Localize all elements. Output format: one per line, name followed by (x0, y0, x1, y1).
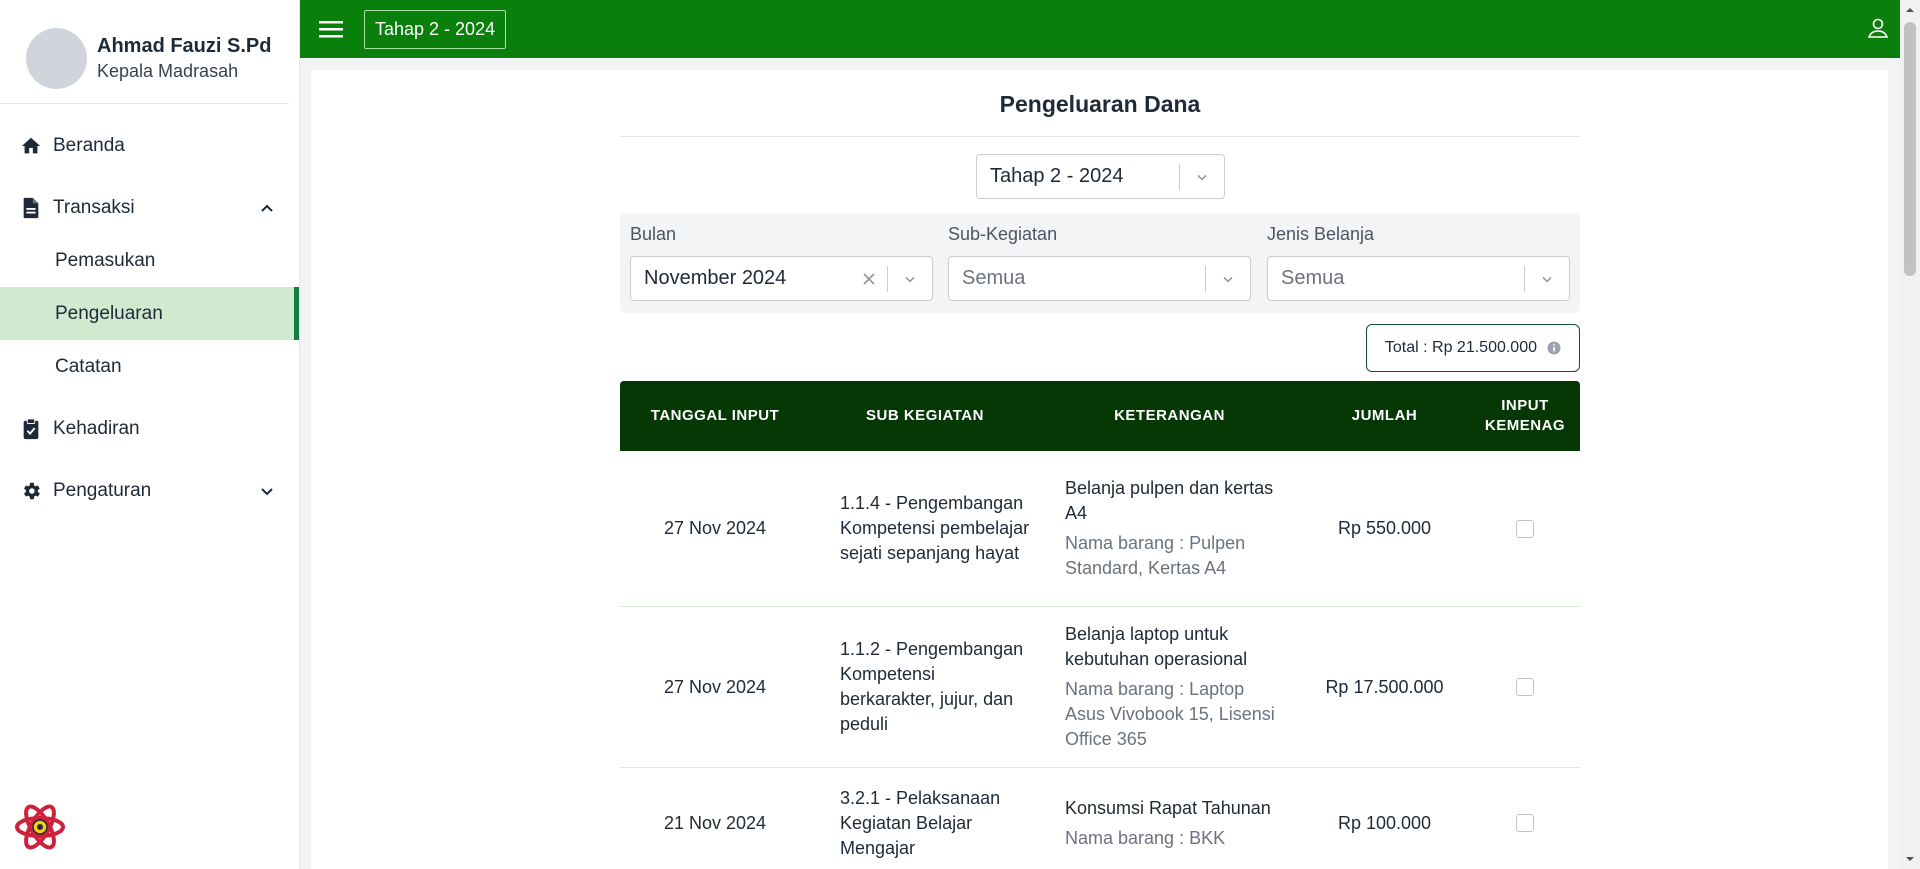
page-title: Pengeluaran Dana (620, 70, 1580, 137)
cell-jumlah: Rp 100.000 (1337, 812, 1432, 833)
column-header-jumlah[interactable]: JUMLAH (1299, 406, 1470, 426)
sidebar-item-catatan[interactable]: Catatan (0, 340, 299, 393)
column-header-input-kemenag[interactable]: INPUT KEMENAG (1470, 396, 1580, 436)
filter-panel: Bulan November 2024 Sub-Kegiatan Semua J… (620, 213, 1580, 313)
filter-sub-kegiatan: Sub-Kegiatan Semua (948, 213, 1251, 301)
user-profile: Ahmad Fauzi S.Pd Kepala Madrasah (0, 0, 289, 104)
bulan-select[interactable]: November 2024 (630, 256, 933, 301)
scroll-down-arrow-icon[interactable] (1905, 854, 1915, 864)
user-name: Ahmad Fauzi S.Pd (97, 35, 272, 57)
hamburger-menu-icon[interactable] (318, 16, 344, 42)
sidebar: Ahmad Fauzi S.Pd Kepala Madrasah Beranda… (0, 0, 300, 869)
scroll-up-arrow-icon[interactable] (1905, 5, 1915, 15)
sidebar-item-label: Pengaturan (53, 480, 152, 501)
cell-input-kemenag (1470, 678, 1580, 696)
cell-input-kemenag (1470, 814, 1580, 832)
chevron-down-icon (261, 488, 273, 496)
cell-sub-kegiatan: 1.1.4 - Pengembangan Kompetensi pembelaj… (840, 493, 1030, 563)
chevron-down-icon[interactable] (1206, 271, 1250, 287)
chevron-down-icon[interactable] (1525, 271, 1569, 287)
sidebar-item-transaksi[interactable]: Transaksi (0, 182, 299, 234)
period-badge[interactable]: Tahap 2 - 2024 (364, 9, 507, 49)
sidebar-item-label: Pemasukan (55, 249, 156, 271)
topbar: Tahap 2 - 2024 (300, 0, 1900, 58)
page-scrollbar[interactable] (1900, 0, 1920, 869)
sidebar-item-label: Pengeluaran (55, 302, 163, 324)
cell-input-kemenag (1470, 519, 1580, 538)
user-icon[interactable] (1866, 16, 1890, 40)
document-icon (20, 197, 42, 219)
cell-jumlah: Rp 17.500.000 (1325, 676, 1444, 697)
filter-bulan: Bulan November 2024 (630, 213, 933, 301)
scrollbar-thumb[interactable] (1904, 22, 1916, 276)
bulan-select-value: November 2024 (644, 267, 787, 289)
column-header-line: INPUT (1501, 397, 1549, 414)
sidebar-item-pengaturan[interactable]: Pengaturan (0, 465, 299, 517)
chevron-down-icon[interactable] (888, 271, 932, 287)
filter-label: Bulan (630, 224, 677, 244)
jenis-belanja-select[interactable]: Semua (1267, 256, 1570, 301)
sub-kegiatan-select[interactable]: Semua (948, 256, 1251, 301)
cell-keterangan: Belanja pulpen dan kertas A4 Nama barang… (1040, 476, 1299, 581)
column-header-sub-kegiatan[interactable]: SUB KEGIATAN (810, 406, 1040, 426)
input-kemenag-checkbox[interactable] (1516, 519, 1534, 538)
nama-barang-text: Nama barang : Laptop Asus Vivobook 15, L… (1065, 679, 1275, 749)
table-row[interactable]: 27 Nov 2024 1.1.4 - Pengembangan Kompete… (620, 451, 1580, 607)
sidebar-item-label: Kehadiran (53, 418, 140, 439)
cell-keterangan: Konsumsi Rapat Tahunan Nama barang : BKK (1040, 796, 1299, 851)
cell-sub-kegiatan: 3.2.1 - Pelaksanaan Kegiatan Belajar Men… (840, 787, 1001, 858)
sidebar-item-label: Beranda (53, 135, 125, 156)
column-header-tanggal[interactable]: TANGGAL INPUT (620, 406, 810, 426)
filter-label: Sub-Kegiatan (948, 224, 1058, 244)
clear-icon[interactable] (851, 272, 887, 286)
keterangan-text: Belanja laptop untuk kebutuhan operasion… (1065, 624, 1248, 669)
atom-logo-icon (15, 804, 65, 850)
sub-kegiatan-select-value: Semua (962, 267, 1026, 289)
sidebar-item-beranda[interactable]: Beranda (0, 120, 299, 172)
avatar (26, 27, 87, 89)
table-row[interactable]: 21 Nov 2024 3.2.1 - Pelaksanaan Kegiatan… (620, 768, 1580, 869)
cell-jumlah: Rp 550.000 (1337, 518, 1432, 538)
keterangan-text: Konsumsi Rapat Tahunan (1065, 797, 1271, 818)
nama-barang-text: Nama barang : BKK (1065, 827, 1226, 848)
cell-tanggal: 21 Nov 2024 (663, 812, 767, 833)
period-select-value: Tahap 2 - 2024 (990, 165, 1124, 187)
table-header: TANGGAL INPUT SUB KEGIATAN KETERANGAN JU… (620, 381, 1580, 451)
filter-jenis-belanja: Jenis Belanja Semua (1267, 213, 1570, 301)
sidebar-nav: Beranda Transaksi Pemasukan Pengeluaran … (0, 120, 299, 517)
filter-label: Jenis Belanja (1267, 224, 1375, 244)
main-panel: Pengeluaran Dana Tahap 2 - 2024 Bulan No… (311, 70, 1888, 869)
input-kemenag-checkbox[interactable] (1516, 814, 1534, 832)
home-icon (20, 135, 42, 157)
keterangan-text: Belanja pulpen dan kertas A4 (1065, 478, 1274, 523)
gear-icon (20, 480, 42, 502)
total-badge: Total : Rp 21.500.000 (1365, 324, 1580, 372)
sidebar-item-label: Transaksi (53, 197, 135, 218)
sidebar-item-label: Catatan (55, 355, 122, 377)
table-row[interactable]: 27 Nov 2024 1.1.2 - Pengembangan Kompete… (620, 607, 1580, 768)
expense-table: TANGGAL INPUT SUB KEGIATAN KETERANGAN JU… (620, 381, 1580, 869)
column-header-line: KEMENAG (1484, 417, 1566, 434)
user-role: Kepala Madrasah (97, 61, 239, 81)
chevron-down-icon[interactable] (1180, 169, 1224, 185)
period-select[interactable]: Tahap 2 - 2024 (976, 154, 1225, 199)
sidebar-item-kehadiran[interactable]: Kehadiran (0, 403, 299, 455)
cell-sub-kegiatan: 1.1.2 - Pengembangan Kompetensi berkarak… (840, 639, 1024, 734)
cell-tanggal: 27 Nov 2024 (663, 518, 767, 538)
sidebar-item-pengeluaran[interactable]: Pengeluaran (0, 287, 299, 340)
input-kemenag-checkbox[interactable] (1516, 678, 1534, 696)
jenis-belanja-select-value: Semua (1281, 267, 1345, 289)
chevron-up-icon (261, 204, 273, 212)
nama-barang-text: Nama barang : Pulpen Standard, Kertas A4 (1065, 533, 1246, 578)
sidebar-item-pemasukan[interactable]: Pemasukan (0, 234, 299, 287)
clipboard-check-icon (20, 418, 42, 440)
info-icon[interactable] (1547, 341, 1561, 355)
column-header-keterangan[interactable]: KETERANGAN (1040, 406, 1299, 426)
cell-tanggal: 27 Nov 2024 (663, 676, 767, 697)
total-amount: Total : Rp 21.500.000 (1384, 339, 1537, 356)
cell-keterangan: Belanja laptop untuk kebutuhan operasion… (1040, 622, 1299, 752)
